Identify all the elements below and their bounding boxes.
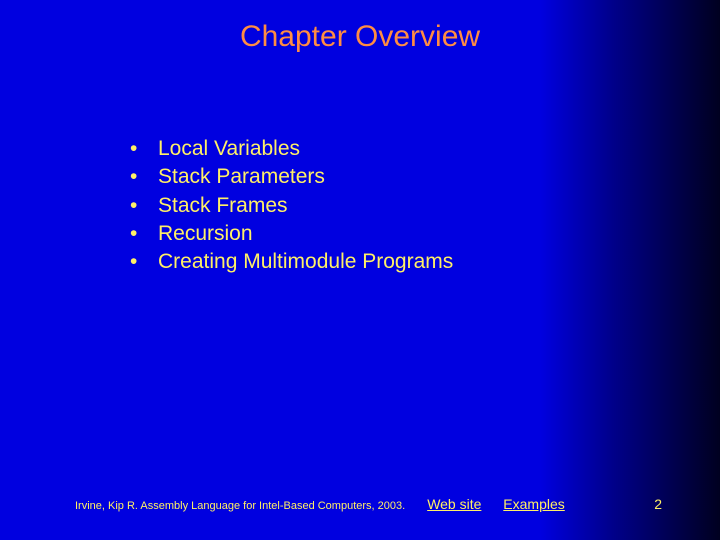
bullet-item: Recursion: [130, 220, 453, 248]
bullet-item: Stack Parameters: [130, 163, 453, 191]
footer-citation: Irvine, Kip R. Assembly Language for Int…: [0, 500, 405, 512]
footer-links: Web site Examples: [405, 496, 583, 512]
footer: Irvine, Kip R. Assembly Language for Int…: [0, 496, 720, 512]
bullet-item: Stack Frames: [130, 192, 453, 220]
bullet-list: Local Variables Stack Parameters Stack F…: [130, 135, 453, 277]
web-site-link[interactable]: Web site: [427, 496, 481, 512]
page-number: 2: [654, 496, 662, 512]
slide-title: Chapter Overview: [0, 0, 720, 54]
examples-link[interactable]: Examples: [503, 496, 564, 512]
bullet-item: Creating Multimodule Programs: [130, 248, 453, 276]
bullet-item: Local Variables: [130, 135, 453, 163]
